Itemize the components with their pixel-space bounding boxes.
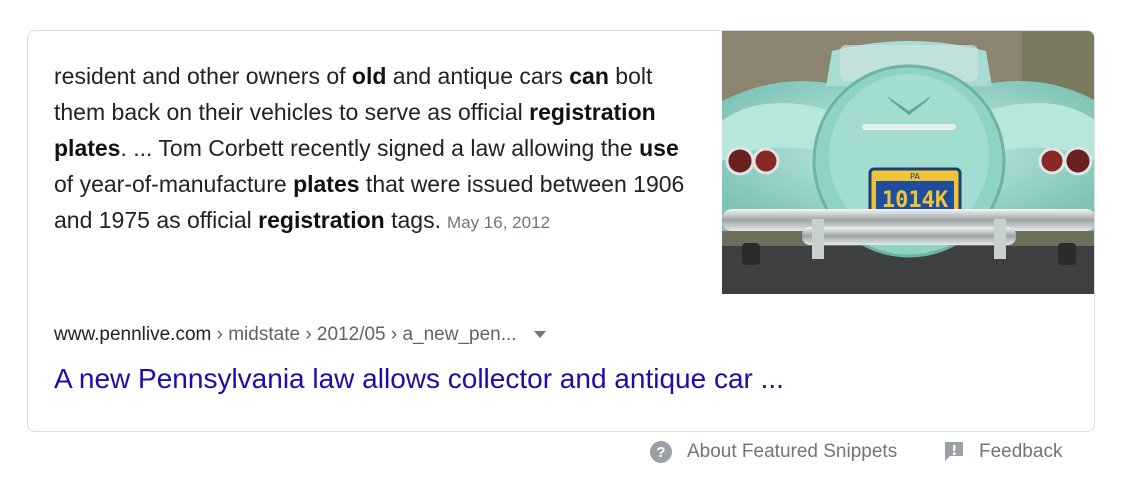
snippet-segment: of year-of-manufacture	[54, 171, 294, 197]
snippet-thumbnail[interactable]: 1014K PA	[722, 31, 1094, 294]
snippet-bold-term: use	[639, 135, 679, 161]
snippet-bold-term: can	[569, 63, 609, 89]
featured-snippet-card: resident and other owners of old and ant…	[27, 30, 1095, 432]
about-featured-snippets-link[interactable]: ? About Featured Snippets	[650, 441, 897, 463]
plate-state: PA	[910, 172, 920, 181]
result-title-link[interactable]: A new Pennsylvania law allows collector …	[54, 363, 784, 395]
chevron-down-icon[interactable]	[533, 331, 546, 339]
snippet-segment: . ... Tom Corbett recently signed a law …	[120, 135, 640, 161]
car-image: 1014K PA	[722, 31, 1094, 294]
snippet-footer: ? About Featured Snippets Feedback	[0, 441, 1140, 467]
snippet-segment: resident and other owners of	[54, 63, 352, 89]
help-icon: ?	[650, 441, 672, 463]
snippet-date: May 16, 2012	[446, 213, 550, 232]
snippet-segment: and antique cars	[386, 63, 570, 89]
about-label: About Featured Snippets	[687, 441, 898, 462]
snippet-bold-term: old	[351, 63, 387, 89]
snippet-text: resident and other owners of old and ant…	[54, 58, 704, 241]
result-domain[interactable]: www.pennlive.com	[54, 324, 211, 345]
feedback-link[interactable]: Feedback	[944, 441, 1062, 463]
result-breadcrumbs: › midstate › 2012/05 › a_new_pen...	[211, 324, 517, 345]
snippet-bold-term: registration	[258, 207, 385, 233]
feedback-label: Feedback	[979, 441, 1063, 462]
snippet-bold-term: plates	[293, 171, 360, 197]
feedback-icon	[945, 442, 963, 461]
snippet-segment: tags.	[384, 207, 441, 233]
result-url[interactable]: www.pennlive.com › midstate › 2012/05 › …	[54, 324, 546, 346]
